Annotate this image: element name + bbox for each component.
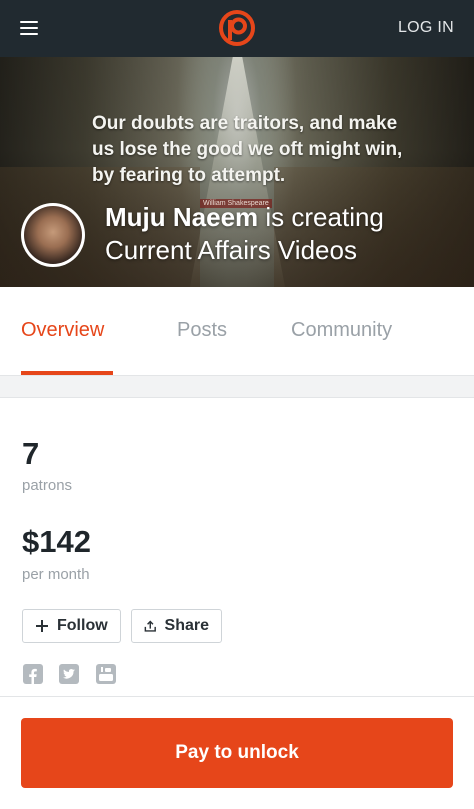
share-button[interactable]: Share bbox=[131, 609, 222, 643]
creator-headline: Muju Naeem is creating Current Affairs V… bbox=[105, 201, 465, 267]
monthly-earnings: $142 bbox=[22, 524, 91, 559]
pay-to-unlock-button[interactable]: Pay to unlock bbox=[21, 718, 453, 788]
facebook-icon[interactable] bbox=[23, 664, 43, 684]
hamburger-menu-icon[interactable] bbox=[20, 21, 38, 35]
earnings-period-label: per month bbox=[22, 566, 90, 583]
patrons-label: patrons bbox=[22, 477, 73, 494]
twitter-icon[interactable] bbox=[59, 664, 79, 684]
avatar-photo bbox=[24, 206, 82, 264]
active-tab-indicator bbox=[21, 371, 113, 375]
creator-cover-banner: Our doubts are traitors, and make us los… bbox=[0, 57, 474, 287]
top-navigation-bar: LOG IN bbox=[0, 0, 474, 57]
profile-tabs: Overview Posts Community bbox=[0, 287, 474, 376]
creator-stats-card: 7 patrons $142 per month Follow Share bbox=[0, 397, 474, 697]
tab-posts[interactable]: Posts bbox=[177, 319, 227, 342]
follow-button-label: Follow bbox=[57, 617, 108, 634]
creator-name: Muju Naeem bbox=[105, 202, 259, 232]
youtube-icon[interactable] bbox=[96, 664, 116, 684]
cover-quote-text: Our doubts are traitors, and make us los… bbox=[92, 113, 403, 186]
login-link[interactable]: LOG IN bbox=[398, 19, 454, 37]
creator-avatar[interactable] bbox=[21, 203, 85, 267]
patrons-count: 7 bbox=[22, 436, 40, 471]
tab-community[interactable]: Community bbox=[291, 319, 392, 342]
share-upload-icon bbox=[144, 620, 156, 632]
bottom-action-bar: Pay to unlock bbox=[0, 697, 474, 809]
tab-overview[interactable]: Overview bbox=[21, 319, 104, 342]
creating-text: is creating bbox=[265, 202, 384, 232]
patreon-logo-icon[interactable] bbox=[219, 10, 255, 46]
creation-title: Current Affairs Videos bbox=[105, 235, 357, 265]
follow-button[interactable]: Follow bbox=[22, 609, 121, 643]
plus-icon bbox=[36, 620, 48, 632]
share-button-label: Share bbox=[164, 617, 209, 634]
